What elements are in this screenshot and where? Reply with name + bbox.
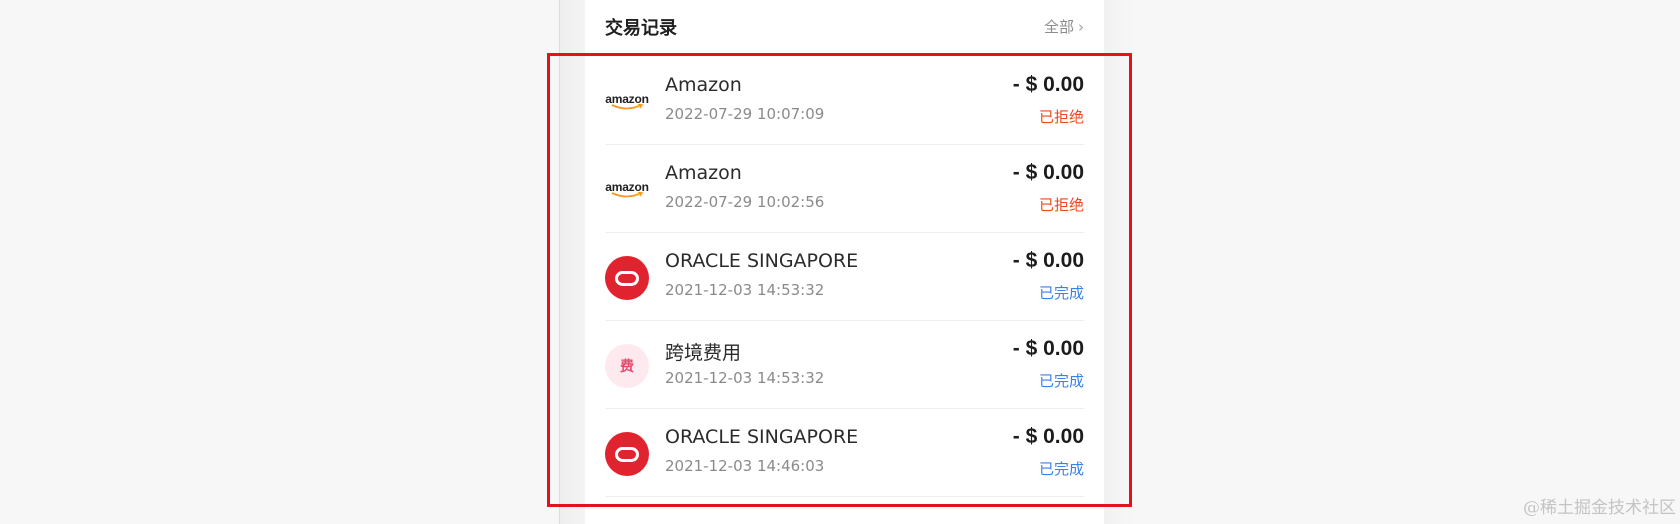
view-all-link[interactable]: 全部 › [1044,16,1084,37]
oracle-logo-icon [605,256,649,300]
status-label: 已完成 [1038,460,1084,478]
transaction-amount: - $ 0.00 [1012,161,1084,184]
chevron-right-icon: › [1078,18,1084,36]
amazon-logo-icon: amazon [605,168,649,212]
fee-logo-icon: 费 [605,344,649,388]
transaction-time: 2022-07-29 10:07:09 [665,105,825,123]
transaction-amount: - $ 0.00 [1012,337,1084,360]
transaction-row[interactable]: ORACLE SINGAPORE 2021-12-03 14:46:03 - $… [605,409,1084,497]
section-header: 交易记录 全部 › [605,14,1084,40]
status-label: 已完成 [1038,372,1084,390]
merchant-name: Amazon [665,162,742,184]
merchant-name: ORACLE SINGAPORE [665,250,859,272]
transaction-row[interactable]: amazon Amazon 2022-07-29 10:02:56 - $ 0.… [605,145,1084,233]
transaction-time: 2021-12-03 14:53:32 [665,281,825,299]
status-label: 已完成 [1038,284,1084,302]
page-gutter-left [559,0,586,524]
page-gutter-right [1104,0,1134,524]
oracle-logo-icon [605,432,649,476]
section-title: 交易记录 [605,18,677,39]
transaction-amount: - $ 0.00 [1012,249,1084,272]
transaction-time: 2022-07-29 10:02:56 [665,193,825,211]
transactions-panel: 交易记录 全部 › amazon Amazon 2022-07-29 10:07:… [585,0,1104,524]
transaction-row[interactable]: ORACLE SINGAPORE 2021-12-03 14:53:32 - $… [605,233,1084,321]
amazon-logo-icon: amazon [605,80,649,124]
transaction-amount: - $ 0.00 [1012,425,1084,448]
transaction-list: amazon Amazon 2022-07-29 10:07:09 - $ 0.… [605,57,1084,497]
view-all-label: 全部 [1043,18,1074,36]
status-label: 已拒绝 [1038,108,1084,126]
transaction-row[interactable]: 费 跨境费用 2021-12-03 14:53:32 - $ 0.00 已完成 [605,321,1084,409]
transaction-time: 2021-12-03 14:46:03 [665,457,825,475]
merchant-name: Amazon [665,74,742,96]
transaction-amount: - $ 0.00 [1012,73,1084,96]
transaction-row[interactable]: amazon Amazon 2022-07-29 10:07:09 - $ 0.… [605,57,1084,145]
transaction-time: 2021-12-03 14:53:32 [665,369,825,387]
merchant-name: ORACLE SINGAPORE [665,426,859,448]
merchant-name: 跨境费用 [665,342,742,364]
watermark-text: @稀土掘金技术社区 [1523,498,1676,518]
status-label: 已拒绝 [1038,196,1084,214]
